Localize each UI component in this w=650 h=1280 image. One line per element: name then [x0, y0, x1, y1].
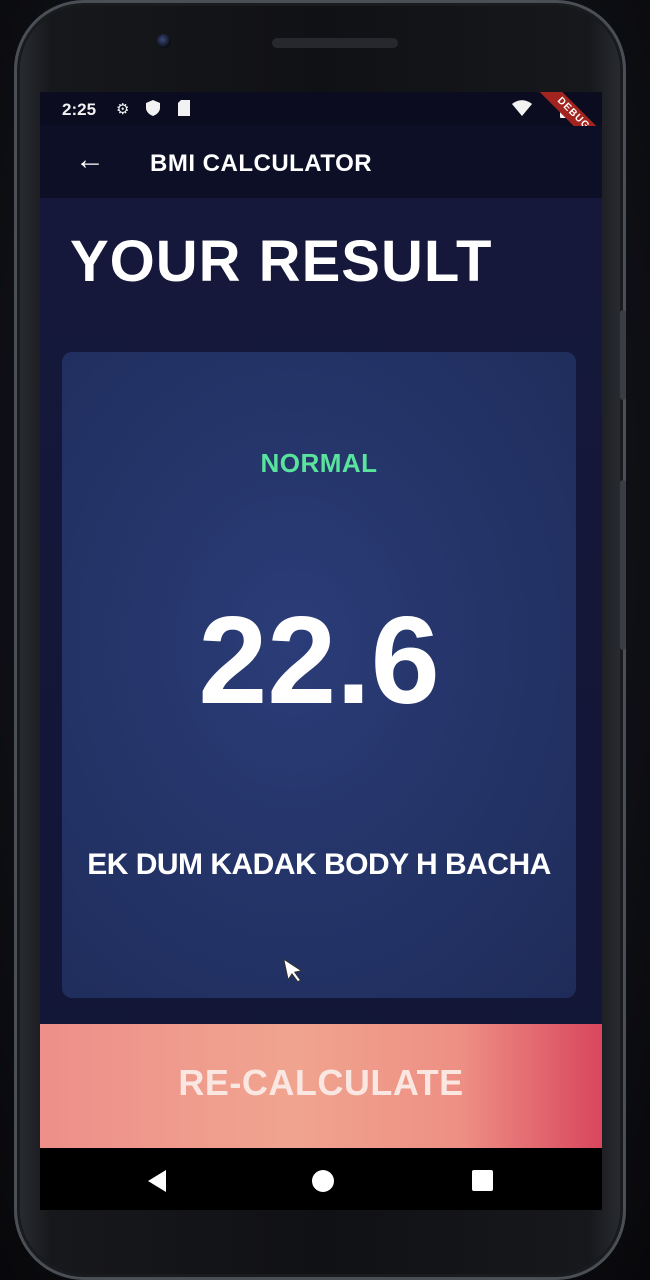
earpiece-speaker: [272, 38, 398, 48]
nav-back-icon[interactable]: [148, 1170, 166, 1192]
gear-icon: ⚙: [116, 101, 130, 118]
recalculate-button[interactable]: RE-CALCULATE: [40, 1024, 602, 1148]
bmi-value: 22.6: [198, 592, 440, 730]
sim-card-icon: [178, 100, 190, 120]
volume-button: [620, 480, 626, 650]
nav-recents-icon[interactable]: [472, 1170, 493, 1191]
app-bar: ← BMI CALCULATOR: [40, 126, 602, 198]
system-nav-bar: [40, 1148, 602, 1210]
phone-screen: 2:25 ⚙ DEBUG ← BMI CALCULATOR YOUR RESUL…: [40, 92, 602, 1210]
result-heading: YOUR RESULT: [70, 229, 493, 294]
back-arrow-icon[interactable]: ←: [70, 142, 110, 182]
power-button: [620, 310, 626, 400]
front-camera: [157, 34, 171, 48]
result-card: NORMAL 22.6 EK DUM KADAK BODY H BACHA: [62, 352, 576, 998]
status-bar: 2:25 ⚙ DEBUG: [40, 92, 602, 159]
result-page: YOUR RESULT NORMAL 22.6 EK DUM KADAK BOD…: [40, 198, 602, 1210]
wifi-icon: [512, 100, 532, 120]
status-time: 2:25: [62, 100, 97, 119]
app-title: BMI CALCULATOR: [150, 150, 373, 177]
recalculate-label: RE-CALCULATE: [178, 1062, 464, 1103]
nav-home-icon[interactable]: [312, 1170, 334, 1192]
shield-icon: [146, 100, 160, 120]
bmi-message: EK DUM KADAK BODY H BACHA: [87, 848, 551, 881]
bmi-status-label: NORMAL: [260, 448, 378, 478]
